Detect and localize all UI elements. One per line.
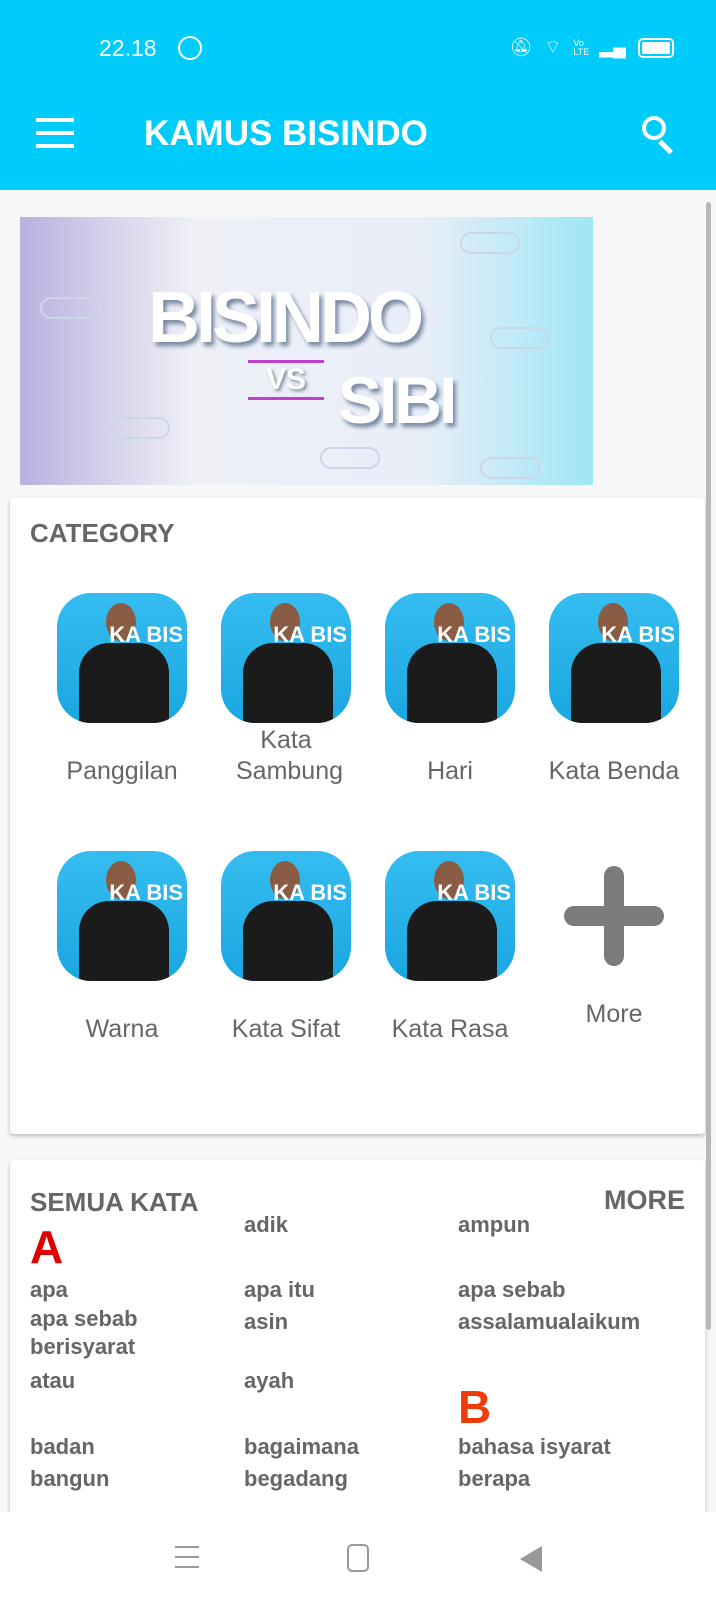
word-item[interactable]: bahasa isyarat <box>458 1434 611 1460</box>
search-icon[interactable] <box>640 114 676 155</box>
banner-subtitle: SIBI <box>338 363 457 437</box>
category-thumbnail: KA BIS <box>221 851 351 981</box>
category-label: Kata Benda <box>548 757 680 785</box>
category-hari[interactable]: KA BIS Hari <box>368 593 532 787</box>
battery-icon <box>638 37 674 58</box>
word-item[interactable]: assalamualaikum <box>458 1309 640 1335</box>
letter-header-a: A <box>30 1221 64 1273</box>
word-item[interactable]: badan <box>30 1434 95 1460</box>
letter-header-b: B <box>458 1381 492 1433</box>
category-thumbnail: KA BIS <box>221 593 351 723</box>
category-thumbnail: KA BIS <box>385 851 515 981</box>
category-thumbnail: KA BIS <box>57 851 187 981</box>
hamburger-icon[interactable] <box>36 118 74 148</box>
signal-icon: ▂▄ <box>599 37 626 57</box>
word-item[interactable]: ayah <box>244 1368 294 1394</box>
app-title: KAMUS BISINDO <box>144 114 428 153</box>
category-label: More <box>585 1000 643 1028</box>
word-item[interactable]: apa sebab berisyarat <box>30 1305 160 1361</box>
category-kata-benda[interactable]: KA BIS Kata Benda <box>532 593 696 787</box>
category-kata-sambung[interactable]: KA BIS Kata Sambung <box>204 593 368 787</box>
banner-image[interactable]: BISINDO VS SIBI <box>20 217 593 485</box>
word-item[interactable]: begadang <box>244 1466 348 1492</box>
more-button[interactable]: MORE <box>604 1185 685 1216</box>
category-thumbnail: KA BIS <box>385 593 515 723</box>
whatsapp-icon <box>178 36 202 60</box>
word-item[interactable]: ampun <box>458 1212 530 1238</box>
scrollbar[interactable] <box>706 202 711 1330</box>
category-label: Kata Sifat <box>231 1015 341 1043</box>
category-more[interactable]: More <box>532 851 696 1030</box>
category-warna[interactable]: KA BIS Warna <box>40 851 204 1045</box>
category-label: Kata Sambung <box>236 726 344 785</box>
word-item[interactable]: adik <box>244 1212 288 1238</box>
word-item[interactable]: apa itu <box>244 1277 315 1303</box>
volte-icon: Vo LTE <box>573 37 590 57</box>
recents-button[interactable] <box>175 1546 199 1568</box>
status-time: 22.18 <box>99 35 157 61</box>
category-card: CATEGORY KA BIS Panggilan KA BIS Kata Sambu… <box>10 498 705 1134</box>
category-label: Kata Rasa <box>391 1015 509 1043</box>
semua-kata-title: SEMUA KATA <box>30 1187 199 1217</box>
category-title: CATEGORY <box>30 518 175 548</box>
category-label: Hari <box>427 757 473 785</box>
word-item[interactable]: berapa <box>458 1466 530 1492</box>
category-label: Panggilan <box>66 757 178 785</box>
category-kata-rasa[interactable]: KA BIS Kata Rasa <box>368 851 532 1045</box>
mute-icon: 🔕︎ <box>509 37 533 57</box>
back-button[interactable] <box>520 1546 542 1572</box>
category-panggilan[interactable]: KA BIS Panggilan <box>40 593 204 787</box>
banner-title: BISINDO <box>148 278 424 358</box>
app-header: 22.18 🔕︎ ⌔ Vo LTE ▂▄ KAMUS BISINDO <box>0 0 716 190</box>
category-thumbnail: KA BIS <box>549 593 679 723</box>
banner-vs: VS <box>248 360 324 400</box>
word-item[interactable]: apa sebab <box>458 1277 566 1303</box>
word-item[interactable]: apa <box>30 1277 68 1303</box>
word-item[interactable]: atau <box>30 1368 75 1394</box>
wifi-icon: ⌔ <box>544 37 562 57</box>
category-kata-sifat[interactable]: KA BIS Kata Sifat <box>204 851 368 1045</box>
word-item[interactable]: bagaimana <box>244 1434 359 1460</box>
status-icons: 🔕︎ ⌔ Vo LTE ▂▄ <box>510 36 674 59</box>
category-label: Warna <box>85 1015 159 1043</box>
plus-icon <box>564 866 664 966</box>
system-nav-bar <box>0 1512 716 1600</box>
home-button[interactable] <box>347 1544 369 1572</box>
word-item[interactable]: asin <box>244 1309 288 1335</box>
word-item[interactable]: bangun <box>30 1466 109 1492</box>
category-thumbnail: KA BIS <box>57 593 187 723</box>
